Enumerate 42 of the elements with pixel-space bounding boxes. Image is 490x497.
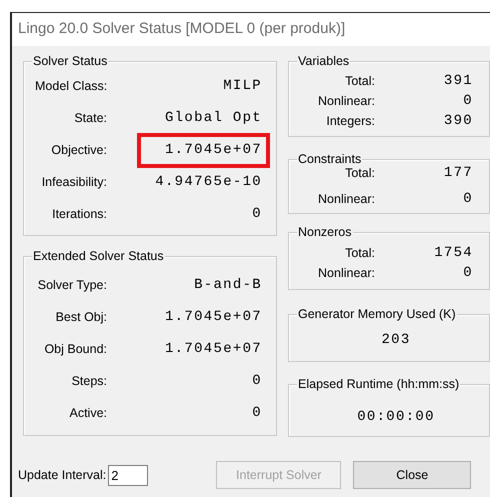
field-label: Obj Bound: — [43, 340, 107, 358]
group-title: Generator Memory Used (K) — [297, 307, 457, 322]
field-label: Objective: — [50, 142, 107, 159]
field-label: Total: — [344, 244, 375, 262]
field-label: Total: — [344, 164, 375, 182]
update-interval-field[interactable]: 2 — [108, 464, 148, 486]
field-label: Total: — [344, 72, 375, 90]
field-value: Global Opt — [164, 108, 262, 128]
field-value: B-and-B — [193, 276, 262, 294]
group-title: Elapsed Runtime (hh:mm:ss) — [297, 377, 460, 392]
dialog-button[interactable]: Close — [353, 461, 472, 489]
field-label: Model Class: — [35, 78, 107, 95]
field-label: Integers: — [325, 112, 375, 130]
field-label: Nonlinear: — [317, 264, 375, 282]
field-value: 4.94765e-10 — [154, 172, 262, 192]
field-label: State: — [73, 110, 107, 127]
field-label: Nonlinear: — [317, 190, 375, 208]
field-label: Steps: — [70, 372, 107, 390]
window-title: Lingo 20.0 Solver Status [MODEL 0 (per produk)] — [18, 19, 346, 40]
field-value: 1.7045e+07 — [164, 140, 262, 160]
field-value: 0 — [251, 404, 262, 422]
field-value: 1.7045e+07 — [164, 308, 262, 326]
field-label: Best Obj: — [54, 308, 107, 326]
field-label: Active: — [68, 404, 107, 422]
field-value: 177 — [442, 164, 473, 182]
field-label: Iterations: — [51, 206, 107, 223]
field-value: 1754 — [433, 244, 473, 262]
field-value: 1.7045e+07 — [164, 340, 262, 358]
field-value: 391 — [442, 72, 473, 90]
field-label: Update Interval: — [18, 466, 106, 484]
field-value: 0 — [462, 92, 473, 110]
field-label: Solver Type: — [36, 276, 107, 294]
field-label: Infeasibility: — [40, 174, 107, 191]
field-label: Nonlinear: — [317, 92, 375, 110]
field-value: 0 — [462, 190, 473, 208]
field-value: 390 — [442, 112, 473, 130]
field-value: 0 — [251, 204, 262, 224]
field-value: 0 — [462, 264, 473, 282]
field-value: MILP — [222, 76, 262, 96]
field-value: 0 — [251, 372, 262, 390]
field-value: 203 — [380, 331, 412, 350]
field-value: 00:00:00 — [356, 408, 436, 427]
